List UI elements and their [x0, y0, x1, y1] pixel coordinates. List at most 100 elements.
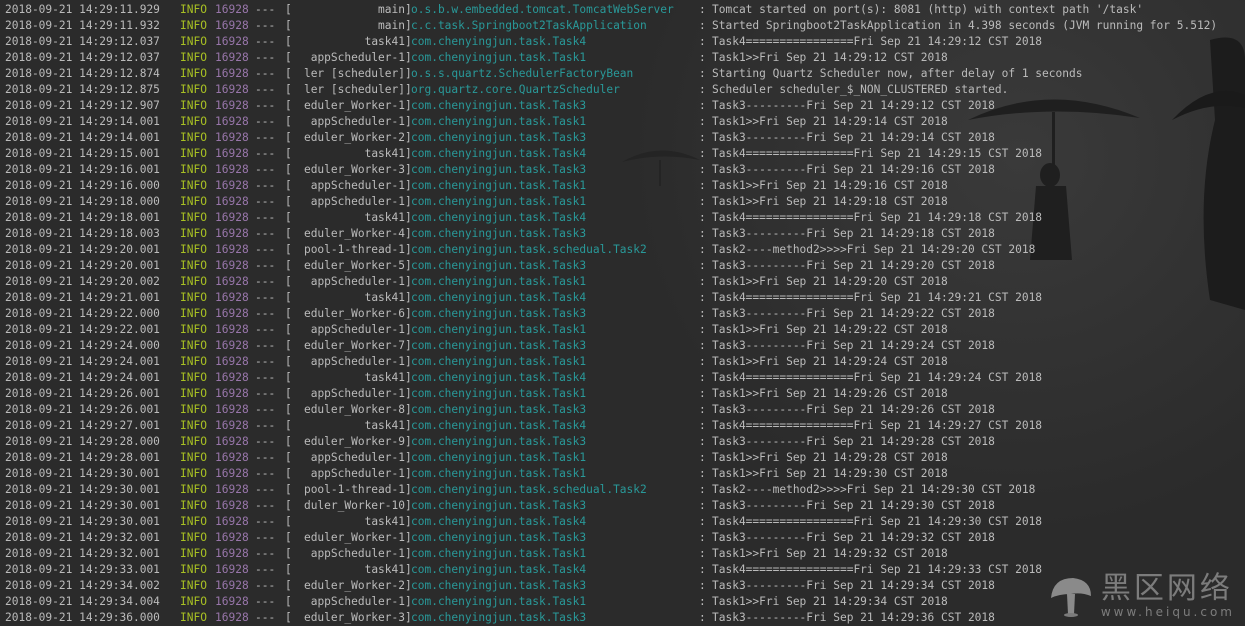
log-thread: task41 — [364, 147, 405, 160]
log-pid: 16928 — [215, 35, 249, 48]
thread-bracket-close: ] — [405, 275, 412, 288]
log-timestamp: 2018-09-21 14:29:12.037 — [5, 51, 160, 64]
log-timestamp: 2018-09-21 14:29:16.000 — [5, 179, 160, 192]
log-message: Task3---------Fri Sep 21 14:29:26 CST 20… — [712, 403, 995, 416]
log-timestamp: 2018-09-21 14:29:11.932 — [5, 19, 160, 32]
log-timestamp: 2018-09-21 14:29:30.001 — [5, 515, 160, 528]
log-timestamp: 2018-09-21 14:29:12.875 — [5, 83, 160, 96]
message-colon: : — [699, 67, 706, 80]
thread-bracket-open: [ — [285, 547, 292, 560]
log-level: INFO — [180, 531, 207, 544]
log-timestamp: 2018-09-21 14:29:34.002 — [5, 579, 160, 592]
log-timestamp: 2018-09-21 14:29:12.874 — [5, 67, 160, 80]
message-colon: : — [699, 611, 706, 624]
log-separator: --- — [255, 291, 276, 304]
message-colon: : — [699, 451, 706, 464]
message-colon: : — [699, 35, 706, 48]
log-level: INFO — [180, 211, 207, 224]
thread-bracket-close: ] — [405, 547, 412, 560]
log-thread: task41 — [364, 291, 405, 304]
message-colon: : — [699, 275, 706, 288]
log-pid: 16928 — [215, 291, 249, 304]
thread-bracket-open: [ — [285, 3, 292, 16]
log-level: INFO — [180, 387, 207, 400]
log-level: INFO — [180, 515, 207, 528]
thread-bracket-close: ] — [405, 595, 412, 608]
log-logger: com.chenyingjun.task.Task3 — [411, 307, 587, 320]
message-colon: : — [699, 323, 706, 336]
log-pid: 16928 — [215, 323, 249, 336]
log-message: Task3---------Fri Sep 21 14:29:30 CST 20… — [712, 499, 995, 512]
log-thread: task41 — [364, 563, 405, 576]
log-level: INFO — [180, 291, 207, 304]
log-message: Task2----method2>>>>Fri Sep 21 14:29:30 … — [712, 483, 1036, 496]
thread-bracket-close: ] — [405, 499, 412, 512]
log-message: Scheduler scheduler_$_NON_CLUSTERED star… — [712, 83, 1009, 96]
thread-bracket-open: [ — [285, 243, 292, 256]
log-thread: eduler_Worker-7 — [303, 339, 405, 352]
log-separator: --- — [255, 83, 276, 96]
log-message: Starting Quartz Scheduler now, after del… — [712, 67, 1083, 80]
thread-bracket-close: ] — [405, 451, 412, 464]
log-message: Task3---------Fri Sep 21 14:29:14 CST 20… — [712, 131, 995, 144]
message-colon: : — [699, 99, 706, 112]
log-timestamp: 2018-09-21 14:29:20.002 — [5, 275, 160, 288]
log-separator: --- — [255, 531, 276, 544]
log-message: Task1>>Fri Sep 21 14:29:34 CST 2018 — [712, 595, 948, 608]
thread-bracket-close: ] — [405, 147, 412, 160]
log-pid: 16928 — [215, 19, 249, 32]
log-pid: 16928 — [215, 467, 249, 480]
log-logger: com.chenyingjun.task.Task4 — [411, 291, 587, 304]
thread-bracket-open: [ — [285, 483, 292, 496]
thread-bracket-open: [ — [285, 515, 292, 528]
thread-bracket-close: ] — [405, 131, 412, 144]
log-message: Started Springboot2TaskApplication in 4.… — [712, 19, 1218, 32]
message-colon: : — [699, 19, 706, 32]
log-level: INFO — [180, 563, 207, 576]
log-message: Task4================Fri Sep 21 14:29:33… — [712, 563, 1043, 576]
thread-bracket-close: ] — [405, 3, 412, 16]
message-colon: : — [699, 371, 706, 384]
log-message: Task1>>Fri Sep 21 14:29:20 CST 2018 — [712, 275, 948, 288]
log-thread: eduler_Worker-2 — [303, 131, 405, 144]
log-timestamp: 2018-09-21 14:29:14.001 — [5, 131, 160, 144]
log-timestamp: 2018-09-21 14:29:12.037 — [5, 35, 160, 48]
log-separator: --- — [255, 547, 276, 560]
thread-bracket-open: [ — [285, 611, 292, 624]
thread-bracket-open: [ — [285, 435, 292, 448]
log-message: Task3---------Fri Sep 21 14:29:32 CST 20… — [712, 531, 995, 544]
log-logger: com.chenyingjun.task.Task3 — [411, 131, 587, 144]
log-logger: com.chenyingjun.task.Task1 — [411, 323, 587, 336]
mushroom-logo-icon — [1050, 578, 1091, 617]
log-message: Task4================Fri Sep 21 14:29:18… — [712, 211, 1043, 224]
log-separator: --- — [255, 51, 276, 64]
log-message: Task3---------Fri Sep 21 14:29:12 CST 20… — [712, 99, 995, 112]
log-pid: 16928 — [215, 227, 249, 240]
message-colon: : — [699, 355, 706, 368]
log-timestamp: 2018-09-21 14:29:22.001 — [5, 323, 160, 336]
log-logger: o.s.s.quartz.SchedulerFactoryBean — [411, 67, 634, 80]
thread-bracket-open: [ — [285, 371, 292, 384]
log-pid: 16928 — [215, 243, 249, 256]
log-timestamp: 2018-09-21 14:29:33.001 — [5, 563, 160, 576]
log-message: Task1>>Fri Sep 21 14:29:24 CST 2018 — [712, 355, 948, 368]
log-thread: eduler_Worker-1 — [303, 531, 405, 544]
thread-bracket-close: ] — [405, 531, 412, 544]
log-separator: --- — [255, 227, 276, 240]
log-separator: --- — [255, 419, 276, 432]
log-separator: --- — [255, 179, 276, 192]
log-logger: com.chenyingjun.task.Task1 — [411, 547, 587, 560]
watermark: 黑区网络 www.heiqu.com — [1047, 572, 1235, 620]
log-logger: com.chenyingjun.task.Task3 — [411, 227, 587, 240]
thread-bracket-close: ] — [405, 611, 412, 624]
log-level: INFO — [180, 99, 207, 112]
console-output[interactable]: 2018-09-21 14:29:11.929 INFO 16928 --- main o… — [0, 0, 1245, 626]
thread-bracket-open: [ — [285, 563, 292, 576]
log-timestamp: 2018-09-21 14:29:22.000 — [5, 307, 160, 320]
log-message: Task4================Fri Sep 21 14:29:12… — [712, 35, 1043, 48]
log-logger: com.chenyingjun.task.Task4 — [411, 563, 587, 576]
log-logger: com.chenyingjun.task.schedual.Task2 — [411, 243, 647, 256]
log-logger: com.chenyingjun.task.Task3 — [411, 579, 587, 592]
message-colon: : — [699, 339, 706, 352]
log-level: INFO — [180, 3, 207, 16]
